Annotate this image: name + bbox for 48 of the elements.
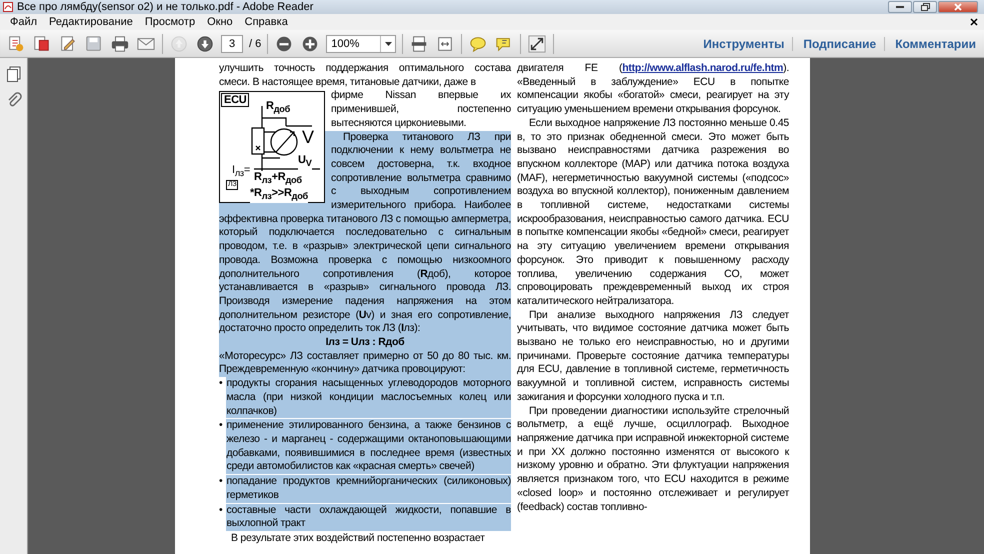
menu-item[interactable]: Окно: [201, 16, 239, 28]
condition-label: *R$_{лз}$>>R$_{доб}$: [250, 187, 308, 203]
bullet-marker: •: [219, 419, 222, 434]
bullet-marker: •: [219, 475, 222, 490]
page-number-field[interactable]: 3: [221, 34, 243, 52]
list-item: продукты сгорания насыщенных углеводородов моторного масла (при низкой кондиции маслосъемных колец или колпачков): [226, 377, 511, 418]
menu-item[interactable]: Файл: [4, 16, 44, 28]
combine-files-button[interactable]: [32, 34, 52, 54]
resistor-label: R$_{доб}$: [266, 100, 290, 116]
close-icon[interactable]: [970, 18, 978, 26]
page-count: / 6: [249, 38, 262, 50]
next-page-button[interactable]: [195, 34, 215, 54]
formula-denominator: R$_{лз}$+R$_{доб}$: [254, 171, 302, 187]
menu-item[interactable]: Справка: [238, 16, 294, 28]
bullet-marker: •: [219, 504, 222, 518]
panel-link[interactable]: Подписание: [792, 36, 884, 50]
close-icon: [954, 3, 962, 11]
bullet-marker: •: [219, 377, 222, 392]
minimize-button[interactable]: [888, 1, 912, 13]
minimize-icon: [896, 6, 904, 8]
formula: Iлз = Uлз : Rдоб: [219, 336, 511, 350]
link[interactable]: http://www.alflash.narod.ru/fe.htm: [622, 62, 784, 74]
paragraph: «Моторесурс» ЛЗ составляет примерно от 50 до 80 тыс. км. Преждевременную «кончину» датчика провоцируют:: [219, 350, 511, 378]
list-item: составные части охлаждающей жидкости, попавшие в выхлопной тракт: [226, 504, 511, 531]
menu-item[interactable]: Просмотр: [138, 16, 202, 28]
paragraph: двигателя FE (http://www.alflash.narod.ru/fe.htm). «Введенный в заблуждение» ECU в попытке компенсации якобы «богатой» смеси, реагирует на эту ситуацию уменьшением времени открывания форсунок.: [517, 62, 789, 117]
fullscreen-button[interactable]: [527, 34, 548, 54]
window-title: Все про лямбду(sensor o2) и не только.pdf - Adobe Reader: [17, 1, 314, 13]
dropdown-caret-icon: [384, 42, 392, 46]
panel-link[interactable]: Инструменты: [693, 36, 792, 50]
ecu-label: ECU: [221, 93, 250, 108]
list-item: применение этилированного бензина, а также бензинов с железо - и марганец - содержащими октаноповышающими добавками, появившимися в последнее время (известных среди автомобилистов как «красная смерть» свечей): [226, 419, 511, 474]
maximize-button[interactable]: [913, 1, 937, 13]
paragraph: Если выходное напряжение ЛЗ постоянно меньше 0.45 в, то это признак обедненной смеси. Это может быть вызвано неисправностями датчика разрежения во впускном коллекторе (MAP) или датчика потока воздуха (MAF), негерметичностью вакуумной системы («подсос» воздуха во впускной коллектор), пониженным давлением в топливной системе, недостатками системы искрообразования, неисправностью самого датчика. ECU в попытке компенсации якобы «бедной» смеси, реагирует на эту ситуацию увеличением времени открывания форсунок. Это приводит к повышенному расходу топлива, увеличению содержания CO, может спровоцировать преждевременный выход их строя каталитического нейтрализатора.: [517, 116, 789, 309]
pages-icon[interactable]: [6, 66, 22, 82]
menu-item[interactable]: Редактирование: [43, 16, 139, 28]
paragraph: В результате этих воздействий постепенно возрастает: [230, 532, 486, 546]
paragraph: При проведении диагностики используйте стрелочный вольтметр, а ещё лучше, осциллограф. Выходное напряжение датчика при исправной инжекторной системе и при XX должно постоянно изменятся от высокого к низкому уровню и обратно. Эти флуктуации напряжения является признаком того, что ECU находится в режиме «closed loop» и постоянно отслеживает и регулирует (feedback) состав топливно-: [517, 404, 789, 514]
paragraph: При анализе выходного напряжения ЛЗ следует учитывать, что видимое состояние датчика может быть вызвано не только его неисправностью, но и другими причинами. Проверьте состояние датчика температуры для ECU, давление в топливной системе, герметичность вакуумной и топливной систем, исправность системы зажигания и форсунки холодного пуска и т.п.: [517, 308, 789, 405]
save-button[interactable]: [84, 34, 104, 54]
print-button[interactable]: [110, 34, 130, 54]
paragraph: фирме Nissan впервые их применившей, постепенно вытесняются циркониевыми.: [331, 89, 511, 131]
pdf-file-icon: [3, 2, 13, 12]
formula-numerator: U$_{V}$: [298, 154, 312, 170]
restore-icon: [920, 3, 930, 11]
close-button[interactable]: [938, 1, 978, 13]
zoom-field[interactable]: 100%: [326, 34, 396, 52]
panel-link[interactable]: Комментарии: [884, 36, 984, 50]
